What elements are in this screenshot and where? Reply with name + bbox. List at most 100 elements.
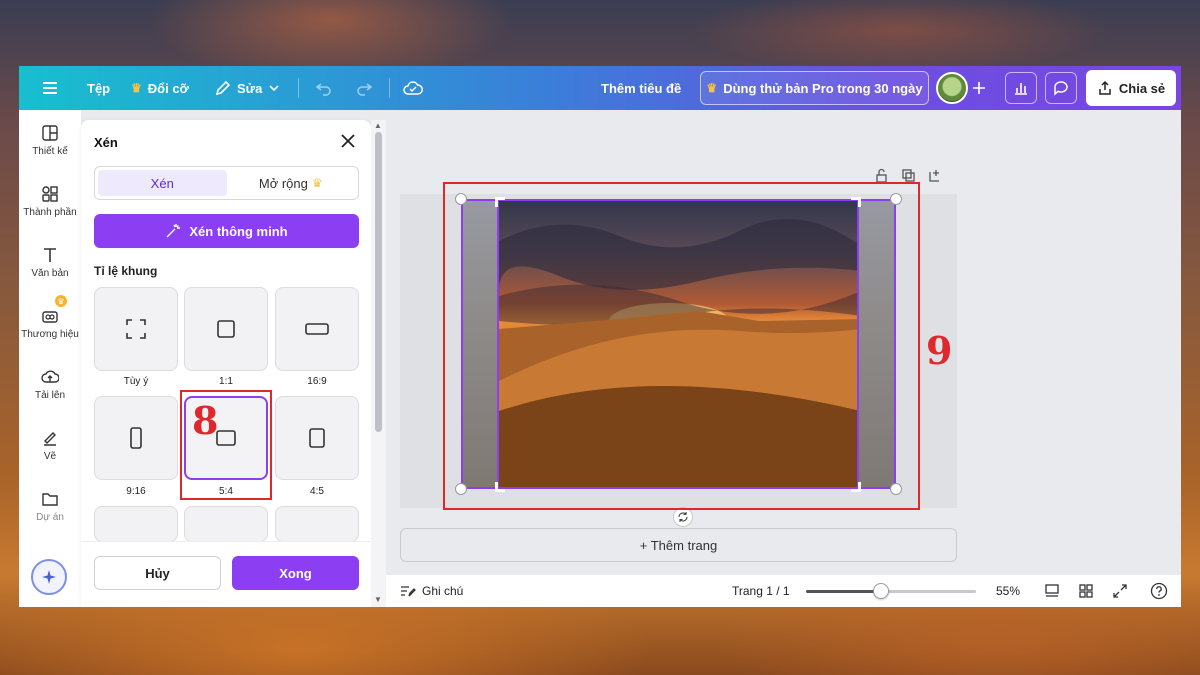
annotation-box-image — [443, 182, 920, 510]
edit-menu[interactable]: Sửa — [215, 66, 280, 110]
tab-expand[interactable]: Mở rộng ♛ — [227, 170, 356, 196]
rail-item-label: Tải lên — [34, 389, 65, 401]
scroll-down-icon[interactable]: ▼ — [374, 595, 382, 604]
rotate-button[interactable] — [673, 507, 693, 527]
add-page-button[interactable]: + Thêm trang — [400, 528, 957, 562]
rail-item-draw[interactable]: Vẽ — [19, 417, 81, 473]
panel-scrollbar[interactable]: ▲ ▼ — [371, 120, 386, 607]
magic-assistant-button[interactable] — [31, 559, 67, 595]
square-icon — [217, 320, 235, 338]
page-indicator[interactable]: Trang 1 / 1 — [732, 575, 790, 607]
rail-item-projects[interactable]: Dự án — [19, 478, 81, 534]
close-icon[interactable] — [339, 132, 357, 150]
notes-label: Ghi chú — [422, 584, 464, 598]
undo-button[interactable] — [315, 66, 333, 110]
rail-item-design[interactable]: Thiết kế — [19, 112, 81, 168]
crown-icon: ♛ — [131, 81, 142, 95]
expand-icon — [1113, 584, 1127, 598]
menu-button[interactable] — [43, 66, 57, 110]
cloud-check-icon — [403, 81, 423, 95]
zoom-level-label: 55% — [996, 584, 1021, 598]
share-button[interactable]: Chia sẻ — [1086, 70, 1176, 106]
ratio-option-label: 9:16 — [126, 486, 146, 497]
left-rail: Thiết kế Thành phần Văn bản ♛ Thương hiệ… — [19, 110, 81, 607]
resize-button[interactable]: ♛ Đổi cỡ — [131, 66, 189, 110]
ratio-option-label: 1:1 — [219, 376, 233, 387]
add-collaborator-button[interactable] — [972, 66, 986, 110]
design-title[interactable]: Thêm tiêu đề — [601, 66, 681, 110]
add-page-icon[interactable] — [928, 168, 943, 183]
annotation-step-number: 9 — [926, 328, 953, 373]
share-icon — [1099, 80, 1111, 95]
done-label: Xong — [279, 565, 312, 581]
try-pro-button[interactable]: ♛ Dùng thử bản Pro trong 30 ngày — [700, 71, 929, 105]
ratio-option-more[interactable] — [275, 506, 359, 542]
help-button[interactable] — [1150, 575, 1168, 607]
ratio-option-label: 4:5 — [310, 486, 324, 497]
upload-icon — [41, 370, 59, 383]
scroll-thumb[interactable] — [375, 132, 382, 432]
avatar[interactable] — [936, 72, 968, 104]
rail-item-upload[interactable]: Tải lên — [19, 356, 81, 412]
ratio-heading: Tỉ lệ khung — [94, 264, 158, 278]
resize-label: Đổi cỡ — [147, 80, 189, 96]
add-page-label: + Thêm trang — [639, 537, 718, 553]
toolbar-divider — [298, 78, 299, 98]
done-button[interactable]: Xong — [232, 556, 359, 590]
page-view-icon — [1045, 584, 1059, 597]
ratio-option-1-1[interactable] — [184, 287, 268, 371]
grid-view-button[interactable] — [1078, 575, 1094, 607]
tab-expand-label: Mở rộng — [258, 175, 308, 191]
pencil-icon — [215, 80, 231, 96]
comment-icon — [1054, 81, 1068, 96]
portrait-rect-icon — [130, 427, 142, 449]
rail-item-text[interactable]: Văn bản — [19, 234, 81, 290]
page-view-button[interactable] — [1044, 575, 1060, 607]
fullscreen-button[interactable] — [1112, 575, 1128, 607]
redo-button[interactable] — [355, 66, 373, 110]
plus-icon — [973, 82, 985, 94]
zoom-slider-knob[interactable] — [872, 583, 889, 599]
file-menu-label: Tệp — [87, 80, 111, 96]
tab-crop-label: Xén — [150, 175, 174, 191]
file-menu[interactable]: Tệp — [87, 66, 110, 110]
ratio-option-16-9[interactable] — [275, 287, 359, 371]
zoom-level[interactable]: 55% — [996, 575, 1020, 607]
scroll-up-icon[interactable]: ▲ — [374, 121, 382, 130]
chevron-down-icon — [269, 85, 279, 92]
comments-button[interactable] — [1045, 72, 1077, 104]
duplicate-icon[interactable] — [901, 168, 916, 183]
magic-wand-icon — [166, 224, 181, 238]
portrait-rect-icon — [309, 428, 325, 448]
notes-button[interactable]: Ghi chú — [400, 575, 463, 607]
draw-icon — [44, 431, 56, 446]
freeform-crop-icon — [126, 319, 146, 339]
rail-item-label: Vẽ — [43, 450, 57, 462]
rail-item-elements[interactable]: Thành phần — [19, 173, 81, 229]
rail-item-brand[interactable]: ♛ Thương hiệu — [19, 295, 81, 351]
ratio-option-4-5[interactable] — [275, 396, 359, 480]
ratio-option-more[interactable] — [184, 506, 268, 542]
crown-icon: ♛ — [706, 81, 718, 95]
layout-icon — [42, 124, 58, 141]
tab-crop[interactable]: Xén — [98, 170, 227, 196]
folder-icon — [42, 492, 58, 506]
share-label: Chia sẻ — [1118, 80, 1166, 96]
cancel-button[interactable]: Hủy — [94, 556, 221, 590]
ratio-option-free[interactable] — [94, 287, 178, 371]
annotation-step-number: 8 — [192, 398, 219, 443]
insights-button[interactable] — [1005, 72, 1037, 104]
ratio-option-more[interactable] — [94, 506, 178, 542]
brand-icon — [42, 310, 58, 323]
zoom-slider[interactable] — [806, 583, 976, 599]
crop-panel: Xén Xén Mở rộng ♛ Xén thông minh Tỉ lệ k… — [81, 120, 371, 607]
ratio-option-9-16[interactable] — [94, 396, 178, 480]
panel-footer: Hủy Xong — [81, 541, 371, 607]
panel-title: Xén — [94, 135, 118, 150]
grid-icon — [1079, 584, 1093, 598]
lock-icon[interactable] — [874, 168, 889, 183]
help-icon — [1150, 582, 1168, 600]
cloud-save-button[interactable] — [403, 66, 423, 110]
crop-mode-tabs: Xén Mở rộng ♛ — [94, 166, 359, 200]
smart-crop-button[interactable]: Xén thông minh — [94, 214, 359, 248]
